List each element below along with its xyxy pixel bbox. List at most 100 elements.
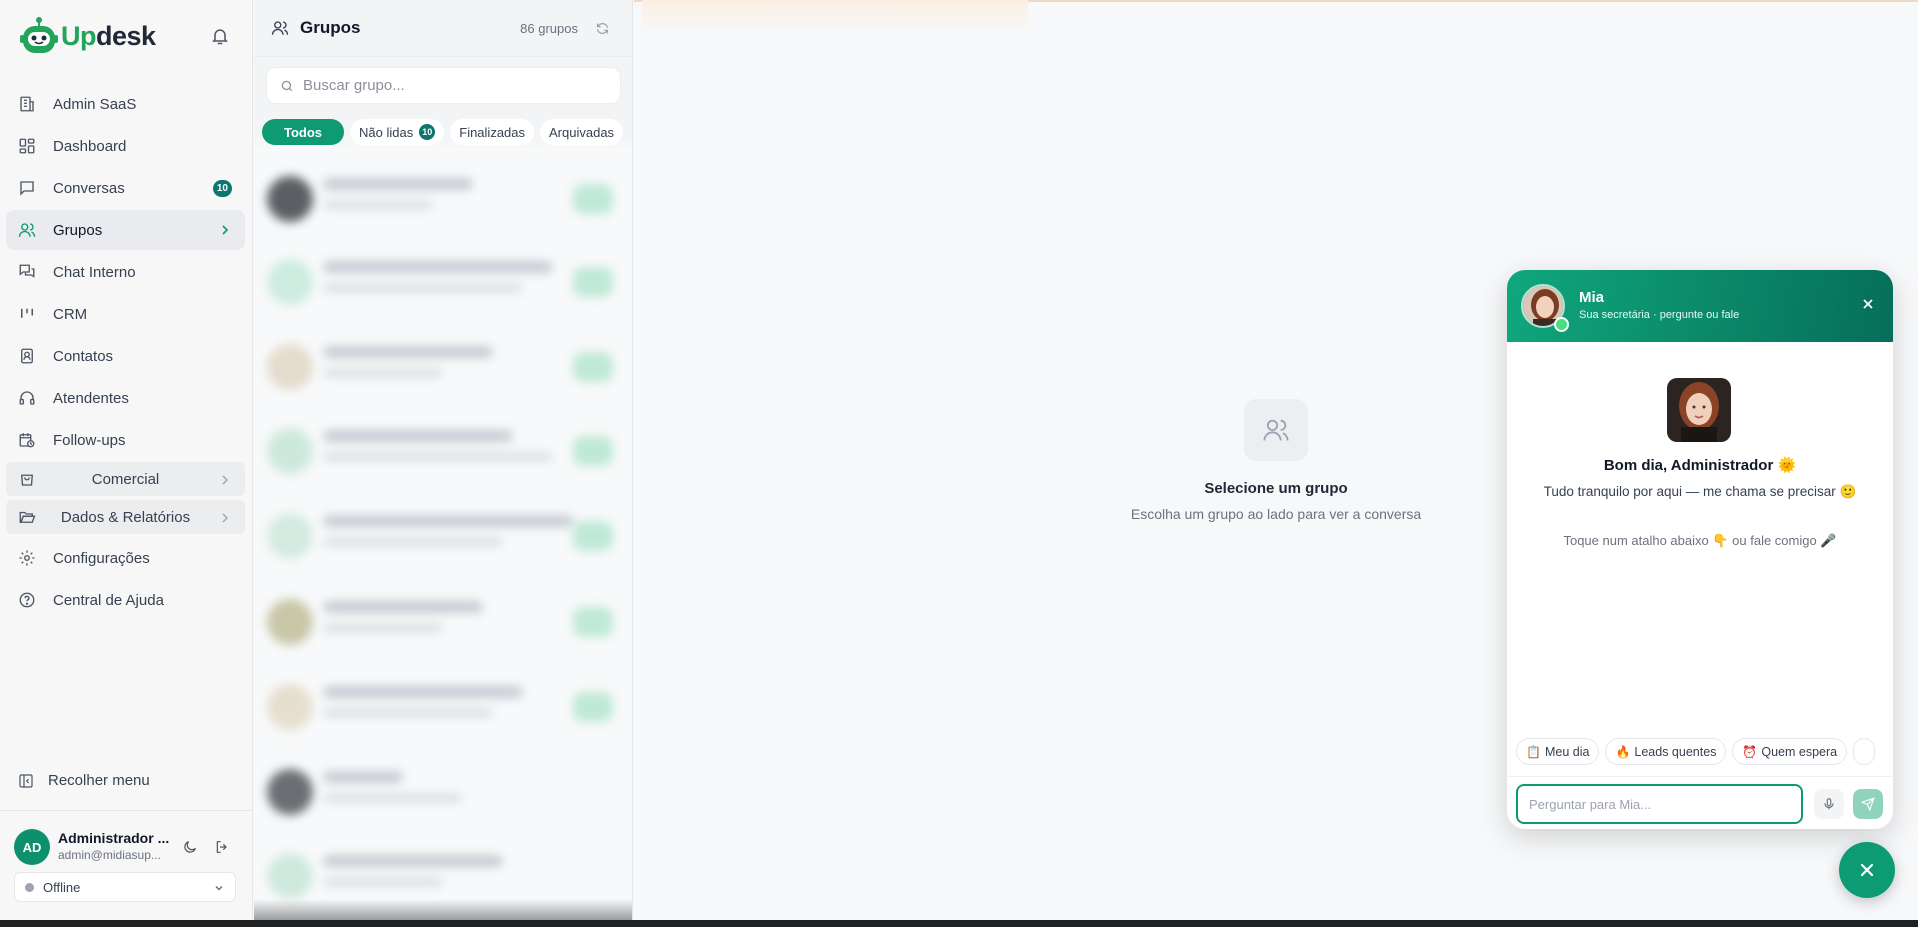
skeleton-line	[323, 793, 463, 803]
nav-item-central-de-ajuda[interactable]: Central de Ajuda	[6, 580, 245, 620]
nav-item-crm[interactable]: CRM	[6, 294, 245, 334]
clipboard-icon: 📋	[1526, 744, 1541, 759]
mia-input-field[interactable]	[1516, 784, 1803, 824]
close-icon[interactable]	[1861, 297, 1875, 311]
fire-icon: 🔥	[1615, 744, 1631, 759]
skeleton-line	[323, 283, 523, 293]
logout-icon[interactable]	[214, 839, 230, 855]
quick-action-quem-espera[interactable]: ⏰ Quem espera	[1732, 738, 1848, 765]
chat-double-icon	[18, 263, 36, 281]
user-email: admin@midiasup...	[58, 848, 161, 862]
microphone-button[interactable]	[1814, 789, 1844, 819]
loading-glow	[642, 0, 1028, 32]
grid-icon	[18, 137, 36, 155]
mia-input[interactable]	[1529, 796, 1784, 812]
quick-action-label: Meu dia	[1544, 744, 1590, 759]
skeleton-line	[323, 601, 483, 613]
bell-icon[interactable]	[210, 26, 230, 46]
avatar[interactable]: AD	[14, 829, 50, 865]
group-avatar	[267, 344, 313, 390]
skeleton-pill	[573, 521, 613, 551]
brand-logo[interactable]: Updesk	[20, 16, 156, 56]
skeleton-pill	[573, 436, 613, 466]
group-search[interactable]	[266, 67, 621, 104]
nav-label: Central de Ajuda	[53, 591, 164, 609]
skeleton-line	[323, 261, 553, 273]
send-icon	[1861, 797, 1875, 811]
kanban-icon	[18, 305, 36, 323]
mia-tagline: Sua secretária · pergunte ou fale	[1579, 309, 1740, 321]
list-item[interactable]	[259, 585, 619, 655]
filter-label: Não lidas	[359, 124, 414, 140]
quick-action-meu-dia[interactable]: 📋 Meu dia	[1516, 738, 1600, 765]
status-select[interactable]: Offline	[14, 872, 236, 902]
nav-label: Dashboard	[53, 137, 127, 155]
empty-state-title: Selecione um grupo	[1204, 480, 1348, 497]
nav-label: Atendentes	[53, 389, 129, 407]
list-item[interactable]	[259, 245, 619, 315]
filter-todos[interactable]: Todos	[262, 119, 345, 145]
chevron-right-icon	[219, 473, 231, 487]
nav-item-follow-ups[interactable]: Follow-ups	[6, 420, 245, 460]
main-nav: Admin SaaS Dashboard Conversas 10 Grupos…	[6, 84, 245, 622]
alarm-clock-icon: ⏰	[1742, 744, 1758, 759]
nav-item-grupos[interactable]: Grupos	[6, 210, 245, 250]
mia-composer	[1507, 776, 1893, 829]
group-filter-tabs: Todos Não lidas 10 Finalizadas Arquivadas	[262, 119, 624, 145]
chevron-right-icon	[219, 511, 231, 525]
nav-item-conversas[interactable]: Conversas 10	[6, 168, 245, 208]
search-input[interactable]	[303, 77, 603, 94]
nav-item-atendentes[interactable]: Atendentes	[6, 378, 245, 418]
nav-item-configuracoes[interactable]: Configurações	[6, 538, 245, 578]
refresh-icon[interactable]	[595, 21, 610, 36]
nav-label: Grupos	[53, 221, 103, 239]
skeleton-line	[323, 877, 443, 887]
nav-item-contatos[interactable]: Contatos	[6, 336, 245, 376]
mia-toggle-button[interactable]	[1839, 842, 1895, 898]
moon-icon[interactable]	[182, 839, 198, 855]
send-button[interactable]	[1853, 789, 1883, 819]
filter-finalizadas[interactable]: Finalizadas	[450, 119, 535, 145]
nav-item-admin-saas[interactable]: Admin SaaS	[6, 84, 245, 124]
user-name: Administrador ...	[58, 830, 170, 846]
sidebar-collapse-icon	[18, 773, 34, 789]
skeleton-line	[323, 452, 553, 462]
quick-action-more[interactable]	[1853, 738, 1876, 765]
sidebar: Updesk Admin SaaS Dashboard Conversas 10…	[0, 0, 253, 927]
skeleton-line	[323, 708, 493, 718]
mia-assistant-panel: Mia Sua secretária · pergunte ou fale Bo…	[1507, 270, 1893, 829]
chevron-right-icon	[219, 223, 231, 237]
group-avatar	[267, 684, 313, 730]
group-avatar	[267, 599, 313, 645]
contact-book-icon	[18, 347, 36, 365]
skeleton-pill	[573, 607, 613, 637]
mia-hint: Toque num atalho abaixo 👇 ou fale comigo…	[1563, 533, 1837, 548]
skeleton-line	[323, 178, 473, 190]
collapse-menu-button[interactable]: Recolher menu	[18, 772, 150, 789]
users-icon	[18, 221, 36, 239]
chevron-down-icon	[213, 882, 225, 894]
filter-nao-lidas[interactable]: Não lidas 10	[350, 119, 445, 145]
filter-arquivadas[interactable]: Arquivadas	[540, 119, 624, 145]
list-item[interactable]	[259, 162, 619, 232]
group-list-loading	[254, 142, 632, 927]
skeleton-line	[323, 430, 513, 442]
unread-count-badge: 10	[419, 124, 436, 140]
nav-group-dados-relatorios[interactable]: Dados & Relatórios	[6, 500, 245, 534]
quick-action-leads-quentes[interactable]: 🔥 Leads quentes	[1605, 738, 1727, 765]
nav-group-label: Dados & Relatórios	[60, 508, 191, 526]
list-item[interactable]	[259, 499, 619, 569]
nav-item-dashboard[interactable]: Dashboard	[6, 126, 245, 166]
groups-header: Grupos 86 grupos	[254, 0, 632, 57]
list-item[interactable]	[259, 414, 619, 484]
skeleton-line	[323, 515, 573, 527]
list-item[interactable]	[259, 755, 619, 825]
nav-item-chat-interno[interactable]: Chat Interno	[6, 252, 245, 292]
microphone-icon	[1824, 798, 1834, 810]
headset-icon	[18, 389, 36, 407]
list-item[interactable]	[259, 670, 619, 740]
groups-title: Grupos	[300, 18, 361, 37]
nav-group-comercial[interactable]: Comercial	[6, 462, 245, 496]
mia-name: Mia	[1579, 289, 1605, 306]
list-item[interactable]	[259, 330, 619, 400]
